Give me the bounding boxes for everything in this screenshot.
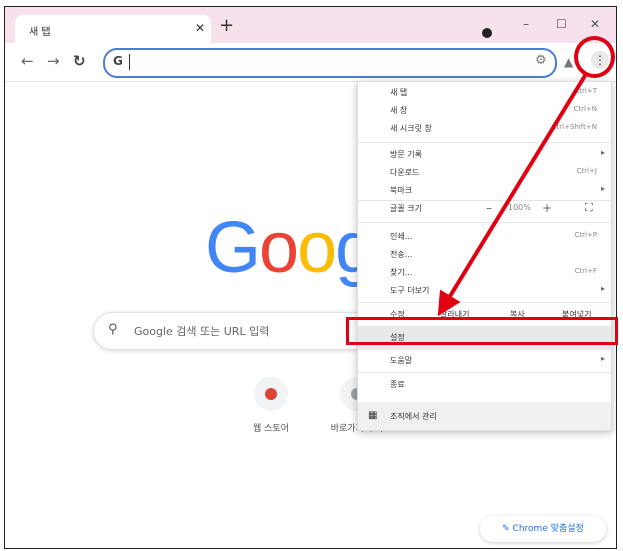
annotation-arrow bbox=[437, 72, 588, 317]
arrow-line bbox=[437, 72, 588, 317]
